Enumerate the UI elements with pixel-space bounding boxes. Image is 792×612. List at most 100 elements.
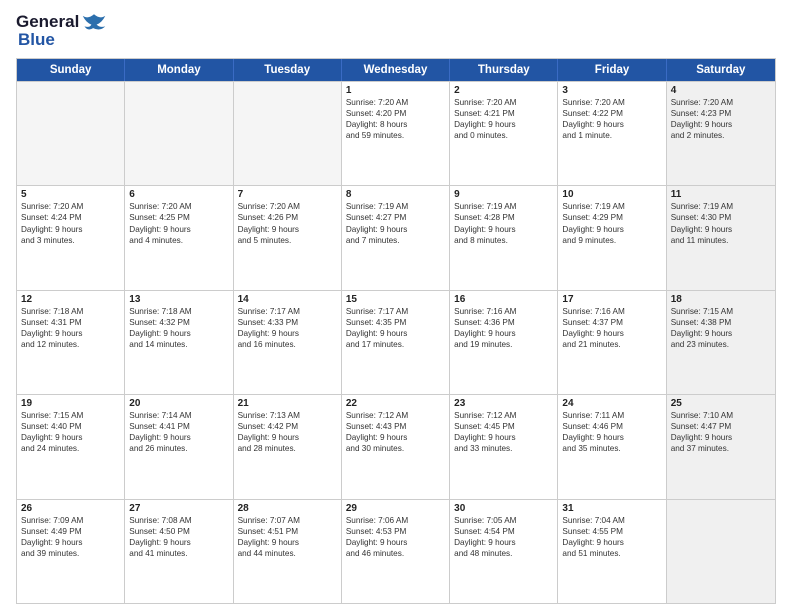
week-row-3: 12Sunrise: 7:18 AMSunset: 4:31 PMDayligh… (17, 290, 775, 394)
cell-line: Sunrise: 7:19 AM (562, 201, 661, 212)
day-number-22: 22 (346, 398, 445, 409)
cell-line: Sunrise: 7:14 AM (129, 410, 228, 421)
day-cell-7: 7Sunrise: 7:20 AMSunset: 4:26 PMDaylight… (234, 186, 342, 289)
week-row-1: 1Sunrise: 7:20 AMSunset: 4:20 PMDaylight… (17, 81, 775, 185)
cell-line: Sunrise: 7:20 AM (562, 97, 661, 108)
cell-line: Sunrise: 7:15 AM (21, 410, 120, 421)
cell-line: Sunset: 4:36 PM (454, 317, 553, 328)
cell-line: Daylight: 9 hours (21, 432, 120, 443)
empty-cell-w0-c0 (17, 82, 125, 185)
cell-line: Sunrise: 7:09 AM (21, 515, 120, 526)
cell-line: and 7 minutes. (346, 235, 445, 246)
day-cell-2: 2Sunrise: 7:20 AMSunset: 4:21 PMDaylight… (450, 82, 558, 185)
cell-line: Sunset: 4:54 PM (454, 526, 553, 537)
day-number-25: 25 (671, 398, 771, 409)
cell-line: Daylight: 9 hours (21, 328, 120, 339)
cell-line: and 0 minutes. (454, 130, 553, 141)
cell-line: Daylight: 9 hours (238, 328, 337, 339)
cell-line: and 33 minutes. (454, 443, 553, 454)
cell-line: Daylight: 9 hours (454, 432, 553, 443)
day-number-1: 1 (346, 85, 445, 96)
cell-line: Sunset: 4:32 PM (129, 317, 228, 328)
day-cell-9: 9Sunrise: 7:19 AMSunset: 4:28 PMDaylight… (450, 186, 558, 289)
day-cell-24: 24Sunrise: 7:11 AMSunset: 4:46 PMDayligh… (558, 395, 666, 498)
day-cell-16: 16Sunrise: 7:16 AMSunset: 4:36 PMDayligh… (450, 291, 558, 394)
cell-line: Sunrise: 7:07 AM (238, 515, 337, 526)
cell-line: Sunset: 4:31 PM (21, 317, 120, 328)
cell-line: and 14 minutes. (129, 339, 228, 350)
cell-line: Sunset: 4:30 PM (671, 212, 771, 223)
cell-line: and 35 minutes. (562, 443, 661, 454)
cell-line: Sunset: 4:42 PM (238, 421, 337, 432)
empty-cell-w0-c1 (125, 82, 233, 185)
day-number-28: 28 (238, 503, 337, 514)
cell-line: Daylight: 9 hours (346, 224, 445, 235)
cell-line: Daylight: 9 hours (129, 224, 228, 235)
calendar: SundayMondayTuesdayWednesdayThursdayFrid… (16, 58, 776, 604)
cell-line: Sunrise: 7:20 AM (454, 97, 553, 108)
day-number-2: 2 (454, 85, 553, 96)
day-number-13: 13 (129, 294, 228, 305)
day-number-12: 12 (21, 294, 120, 305)
cell-line: Daylight: 9 hours (129, 328, 228, 339)
cell-line: Sunset: 4:43 PM (346, 421, 445, 432)
week-row-5: 26Sunrise: 7:09 AMSunset: 4:49 PMDayligh… (17, 499, 775, 603)
cell-line: and 3 minutes. (21, 235, 120, 246)
day-cell-28: 28Sunrise: 7:07 AMSunset: 4:51 PMDayligh… (234, 500, 342, 603)
day-number-27: 27 (129, 503, 228, 514)
cell-line: Sunrise: 7:20 AM (671, 97, 771, 108)
cell-line: Daylight: 9 hours (562, 224, 661, 235)
cell-line: and 30 minutes. (346, 443, 445, 454)
day-number-19: 19 (21, 398, 120, 409)
cell-line: Sunset: 4:24 PM (21, 212, 120, 223)
cell-line: and 44 minutes. (238, 548, 337, 559)
cell-line: and 48 minutes. (454, 548, 553, 559)
day-number-15: 15 (346, 294, 445, 305)
cell-line: Daylight: 9 hours (346, 537, 445, 548)
cell-line: Daylight: 9 hours (346, 328, 445, 339)
day-cell-29: 29Sunrise: 7:06 AMSunset: 4:53 PMDayligh… (342, 500, 450, 603)
header: General Blue (16, 12, 776, 50)
day-number-18: 18 (671, 294, 771, 305)
cell-line: Sunset: 4:47 PM (671, 421, 771, 432)
day-cell-10: 10Sunrise: 7:19 AMSunset: 4:29 PMDayligh… (558, 186, 666, 289)
logo-area: General Blue (16, 12, 107, 50)
day-number-31: 31 (562, 503, 661, 514)
day-number-30: 30 (454, 503, 553, 514)
empty-cell-w0-c2 (234, 82, 342, 185)
day-number-7: 7 (238, 189, 337, 200)
cell-line: and 21 minutes. (562, 339, 661, 350)
cell-line: Sunset: 4:28 PM (454, 212, 553, 223)
cell-line: and 9 minutes. (562, 235, 661, 246)
cell-line: Daylight: 9 hours (21, 537, 120, 548)
day-number-24: 24 (562, 398, 661, 409)
header-cell-monday: Monday (125, 59, 233, 81)
cell-line: Sunset: 4:33 PM (238, 317, 337, 328)
day-cell-30: 30Sunrise: 7:05 AMSunset: 4:54 PMDayligh… (450, 500, 558, 603)
cell-line: and 11 minutes. (671, 235, 771, 246)
day-cell-22: 22Sunrise: 7:12 AMSunset: 4:43 PMDayligh… (342, 395, 450, 498)
cell-line: Daylight: 9 hours (562, 328, 661, 339)
cell-line: Sunrise: 7:20 AM (21, 201, 120, 212)
cell-line: Sunrise: 7:18 AM (129, 306, 228, 317)
cell-line: Sunrise: 7:12 AM (454, 410, 553, 421)
cell-line: Sunset: 4:41 PM (129, 421, 228, 432)
cell-line: Sunrise: 7:04 AM (562, 515, 661, 526)
header-cell-sunday: Sunday (17, 59, 125, 81)
cell-line: Daylight: 9 hours (129, 432, 228, 443)
day-cell-15: 15Sunrise: 7:17 AMSunset: 4:35 PMDayligh… (342, 291, 450, 394)
day-cell-8: 8Sunrise: 7:19 AMSunset: 4:27 PMDaylight… (342, 186, 450, 289)
day-cell-1: 1Sunrise: 7:20 AMSunset: 4:20 PMDaylight… (342, 82, 450, 185)
cell-line: Sunset: 4:40 PM (21, 421, 120, 432)
cell-line: Daylight: 9 hours (671, 119, 771, 130)
day-cell-13: 13Sunrise: 7:18 AMSunset: 4:32 PMDayligh… (125, 291, 233, 394)
logo-bird-icon (81, 12, 107, 32)
cell-line: and 8 minutes. (454, 235, 553, 246)
cell-line: and 23 minutes. (671, 339, 771, 350)
cell-line: and 41 minutes. (129, 548, 228, 559)
day-number-6: 6 (129, 189, 228, 200)
cell-line: Sunrise: 7:16 AM (562, 306, 661, 317)
day-number-5: 5 (21, 189, 120, 200)
cell-line: and 4 minutes. (129, 235, 228, 246)
cell-line: Sunrise: 7:20 AM (238, 201, 337, 212)
